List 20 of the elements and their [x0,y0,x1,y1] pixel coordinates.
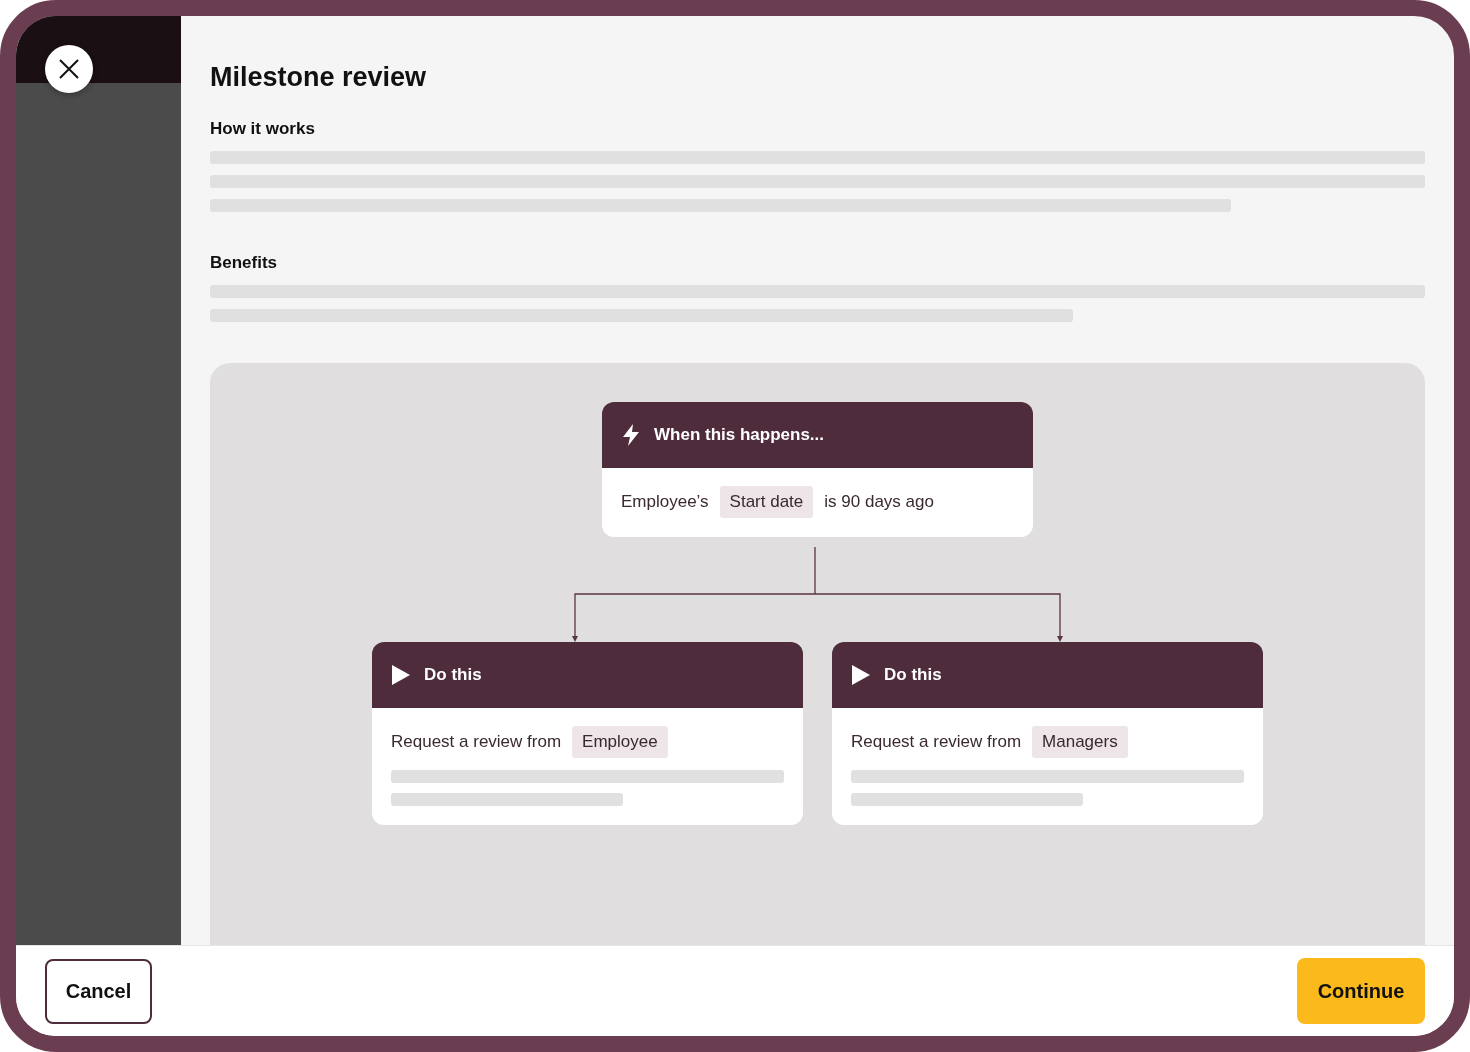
card-title: When this happens... [654,425,824,445]
rule-text: Employee’s [621,492,709,512]
page-title: Milestone review [210,62,428,93]
section-heading: Benefits [210,253,279,273]
rule-text: is 90 days ago [824,492,934,512]
continue-button[interactable]: Continue [1297,958,1425,1024]
field-chip: Start date [719,486,814,518]
section-heading: How it works [210,119,316,139]
field-chip: Employee [572,726,668,758]
rule-text: Request a review from [391,732,562,752]
field-chip: Managers [1032,726,1128,758]
lightning-icon [622,424,640,446]
card-title: Do this [424,665,482,685]
cancel-button[interactable]: Cancel [45,958,152,1024]
play-icon [852,665,870,685]
rule-text: Request a review from [851,732,1022,752]
connector-line [813,546,816,595]
close-icon [58,58,80,80]
play-icon [392,665,410,685]
card-title: Do this [884,665,942,685]
